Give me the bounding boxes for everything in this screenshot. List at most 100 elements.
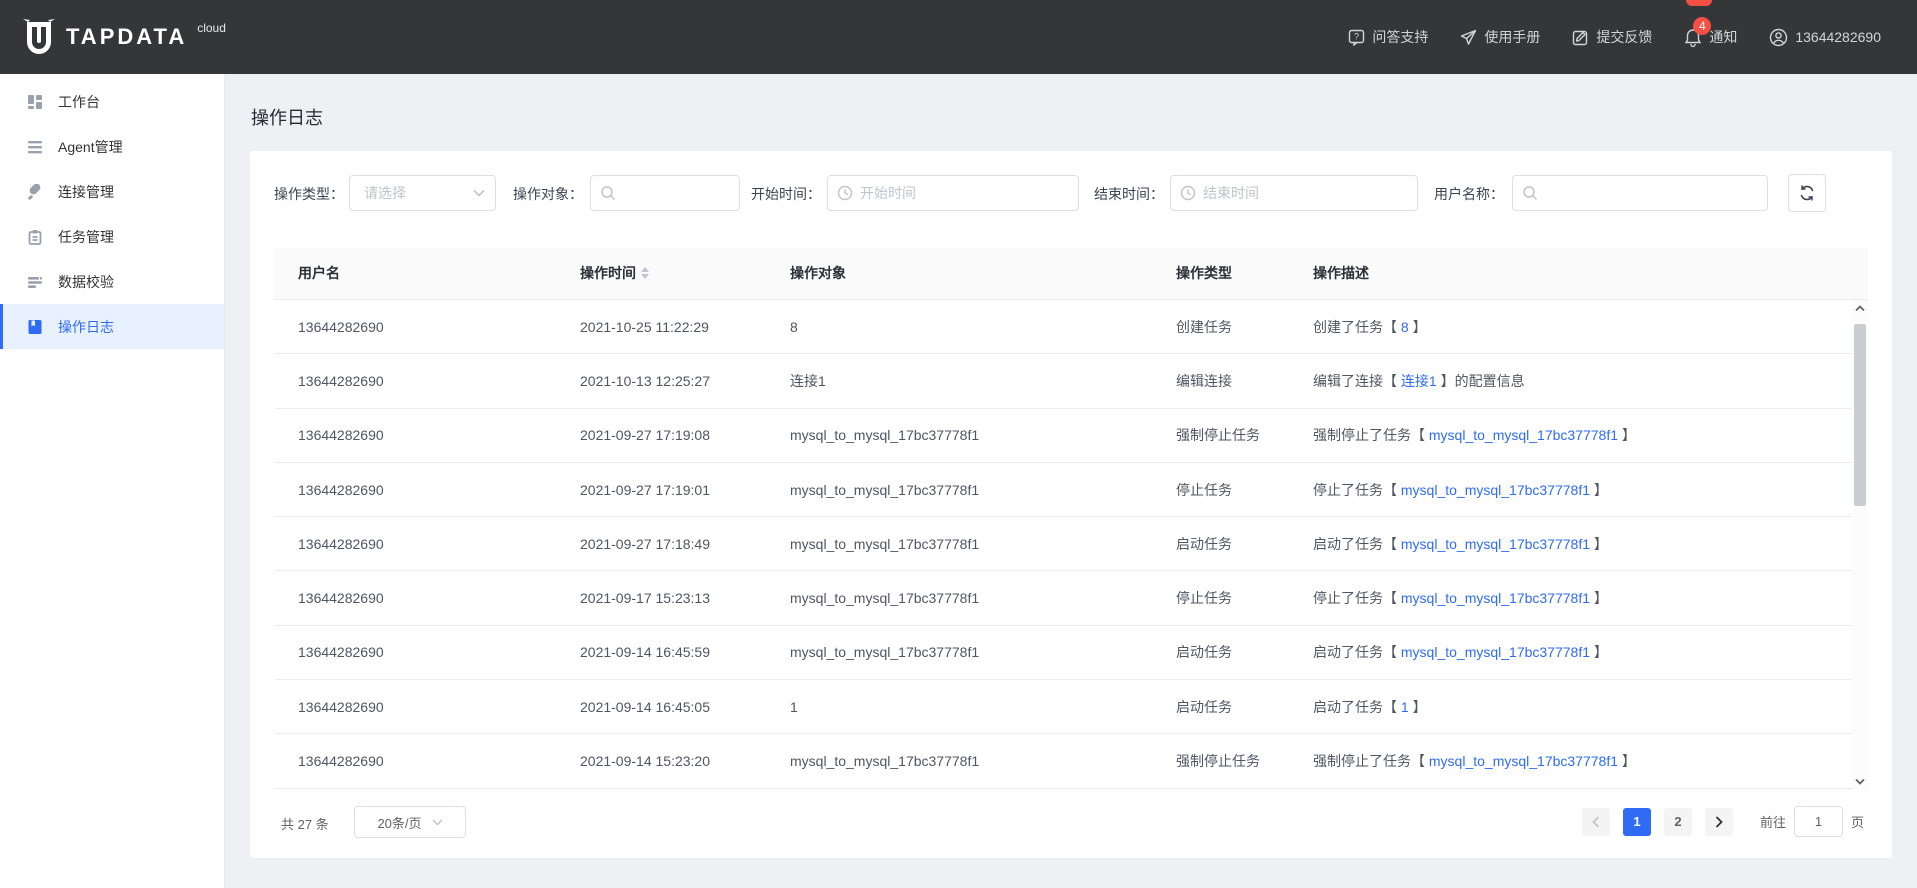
filter-start-input[interactable] (828, 176, 1078, 210)
refresh-button[interactable] (1788, 174, 1826, 212)
nav-user[interactable]: 13644282690 (1769, 28, 1881, 47)
cell-username: 13644282690 (298, 753, 384, 770)
cell-username: 13644282690 (298, 372, 384, 389)
cell-description: 编辑了连接【 连接1 】的配置信息 (1313, 372, 1525, 389)
sidebar-item-workbench[interactable]: 工作台 (0, 79, 224, 124)
table-body: 13644282690 2021-10-25 11:22:29 8 创建任务 创… (274, 300, 1868, 789)
content-card: 操作类型： 请选择 操作对象： 开始时间： 结束时间： 用户名称： (250, 151, 1892, 858)
goto-page-input[interactable] (1793, 806, 1843, 837)
sidebar-item-tasks[interactable]: 任务管理 (0, 214, 224, 259)
cell-time: 2021-09-14 16:45:05 (580, 698, 710, 715)
cell-time: 2021-09-27 17:18:49 (580, 535, 710, 552)
cell-username: 13644282690 (298, 318, 384, 335)
cell-description: 创建了任务【 8 】 (1313, 318, 1427, 335)
col-desc: 操作描述 (1313, 265, 1369, 281)
goto-page: 前往 页 (1760, 806, 1864, 837)
sort-icon[interactable] (641, 267, 649, 279)
scroll-up-icon[interactable] (1852, 300, 1868, 316)
prev-page-button[interactable] (1581, 807, 1610, 836)
filter-user-input[interactable] (1513, 176, 1767, 210)
cell-time: 2021-09-17 15:23:13 (580, 590, 710, 607)
clock-icon (1180, 185, 1196, 201)
svg-text:?: ? (1354, 31, 1359, 41)
sidebar-item-agent[interactable]: Agent管理 (0, 124, 224, 169)
sidebar-item-operation-log[interactable]: 操作日志 (0, 304, 224, 349)
table-row: 13644282690 2021-09-14 16:45:59 mysql_to… (274, 626, 1868, 681)
cell-target: 1 (790, 698, 798, 715)
next-page-button[interactable] (1704, 807, 1733, 836)
cell-type: 停止任务 (1176, 481, 1232, 498)
table-row: 13644282690 2021-09-27 17:19:08 mysql_to… (274, 409, 1868, 463)
brand-logo[interactable]: TAPDATA cloud (22, 18, 226, 56)
nav-feedback[interactable]: 提交反馈 (1572, 27, 1652, 47)
sidebar-item-connections[interactable]: 连接管理 (0, 169, 224, 214)
col-target: 操作对象 (790, 265, 846, 281)
page-controls: 1 2 前往 页 (1581, 806, 1864, 837)
paper-plane-icon (1461, 29, 1477, 45)
cell-target: 8 (790, 318, 798, 335)
page-title: 操作日志 (251, 108, 323, 128)
cell-description: 停止了任务【 mysql_to_mysql_17bc37778f1 】 (1313, 590, 1608, 607)
table-scrollbar[interactable] (1852, 300, 1868, 789)
description-link[interactable]: mysql_to_mysql_17bc37778f1 (1429, 753, 1618, 769)
cell-target: mysql_to_mysql_17bc37778f1 (790, 644, 980, 661)
clock-icon (837, 185, 853, 201)
description-link[interactable]: mysql_to_mysql_17bc37778f1 (1429, 427, 1618, 443)
cell-username: 13644282690 (298, 427, 384, 444)
cell-time: 2021-09-14 16:45:59 (580, 644, 710, 661)
cell-description: 停止了任务【 mysql_to_mysql_17bc37778f1 】 (1313, 481, 1608, 498)
cell-username: 13644282690 (298, 481, 384, 498)
table-row: 13644282690 2021-09-17 15:23:13 mysql_to… (274, 571, 1868, 626)
scrollbar-thumb[interactable] (1854, 324, 1866, 506)
search-icon (1523, 186, 1538, 201)
description-link[interactable]: mysql_to_mysql_17bc37778f1 (1401, 536, 1590, 552)
table-header-row: 用户名 操作时间 操作对象 操作类型 操作描述 (274, 247, 1868, 300)
agent-list-icon (28, 140, 42, 153)
table-row: 13644282690 2021-09-14 16:45:05 1 启动任务 启… (274, 680, 1868, 735)
cell-type: 停止任务 (1176, 590, 1232, 607)
chevron-right-icon (1715, 815, 1723, 828)
col-time[interactable]: 操作时间 (580, 263, 790, 283)
sidebar-item-validation[interactable]: 数据校验 (0, 259, 224, 304)
description-link[interactable]: mysql_to_mysql_17bc37778f1 (1401, 482, 1590, 498)
goto-unit: 页 (1850, 815, 1864, 830)
filter-end-input[interactable] (1171, 176, 1417, 210)
filter-start-box (827, 175, 1079, 211)
description-link[interactable]: 1 (1401, 699, 1409, 715)
description-link[interactable]: mysql_to_mysql_17bc37778f1 (1401, 590, 1590, 606)
filter-type-label: 操作类型： (274, 186, 344, 202)
scroll-down-icon[interactable] (1852, 773, 1868, 789)
user-icon (1770, 28, 1788, 46)
cell-target: mysql_to_mysql_17bc37778f1 (790, 590, 980, 607)
cell-type: 启动任务 (1176, 698, 1232, 715)
filter-type-select[interactable]: 请选择 (349, 175, 496, 211)
filter-target-label: 操作对象： (513, 186, 583, 202)
sidebar: 工作台 Agent管理 连接管理 任务管理 数据校验 操作日志 (0, 74, 224, 888)
cell-target: mysql_to_mysql_17bc37778f1 (790, 753, 980, 770)
cell-target: mysql_to_mysql_17bc37778f1 (790, 427, 980, 444)
page-button-1[interactable]: 1 (1622, 807, 1651, 836)
nav-help[interactable]: ? 问答支持 (1348, 27, 1428, 47)
cell-target: mysql_to_mysql_17bc37778f1 (790, 535, 980, 552)
page-button-2[interactable]: 2 (1663, 807, 1692, 836)
cell-description: 启动了任务【 mysql_to_mysql_17bc37778f1 】 (1313, 535, 1608, 552)
refresh-icon (1800, 185, 1814, 201)
description-link[interactable]: mysql_to_mysql_17bc37778f1 (1401, 644, 1590, 660)
cell-type: 启动任务 (1176, 644, 1232, 661)
total-count: 共 27 条 (281, 817, 329, 832)
description-link[interactable]: 连接1 (1401, 373, 1437, 389)
description-link[interactable]: 8 (1401, 319, 1409, 335)
table-row: 13644282690 2021-09-27 17:19:01 mysql_to… (274, 463, 1868, 518)
cell-time: 2021-10-13 12:25:27 (580, 372, 710, 389)
cell-username: 13644282690 (298, 535, 384, 552)
nav-notice[interactable]: 4 通知 (1684, 17, 1737, 47)
cell-time: 2021-09-14 15:23:20 (580, 753, 710, 770)
cell-username: 13644282690 (298, 644, 384, 661)
col-type: 操作类型 (1176, 265, 1232, 281)
nav-manual[interactable]: 使用手册 (1460, 27, 1540, 47)
cell-time: 2021-10-25 11:22:29 (580, 318, 709, 335)
page-size-select[interactable]: 20条/页 (354, 806, 466, 838)
table-row: 13644282690 2021-10-13 12:25:27 连接1 编辑连接… (274, 354, 1868, 409)
feedback-edit-icon (1573, 30, 1588, 45)
brand-name: TAPDATA (66, 24, 188, 49)
